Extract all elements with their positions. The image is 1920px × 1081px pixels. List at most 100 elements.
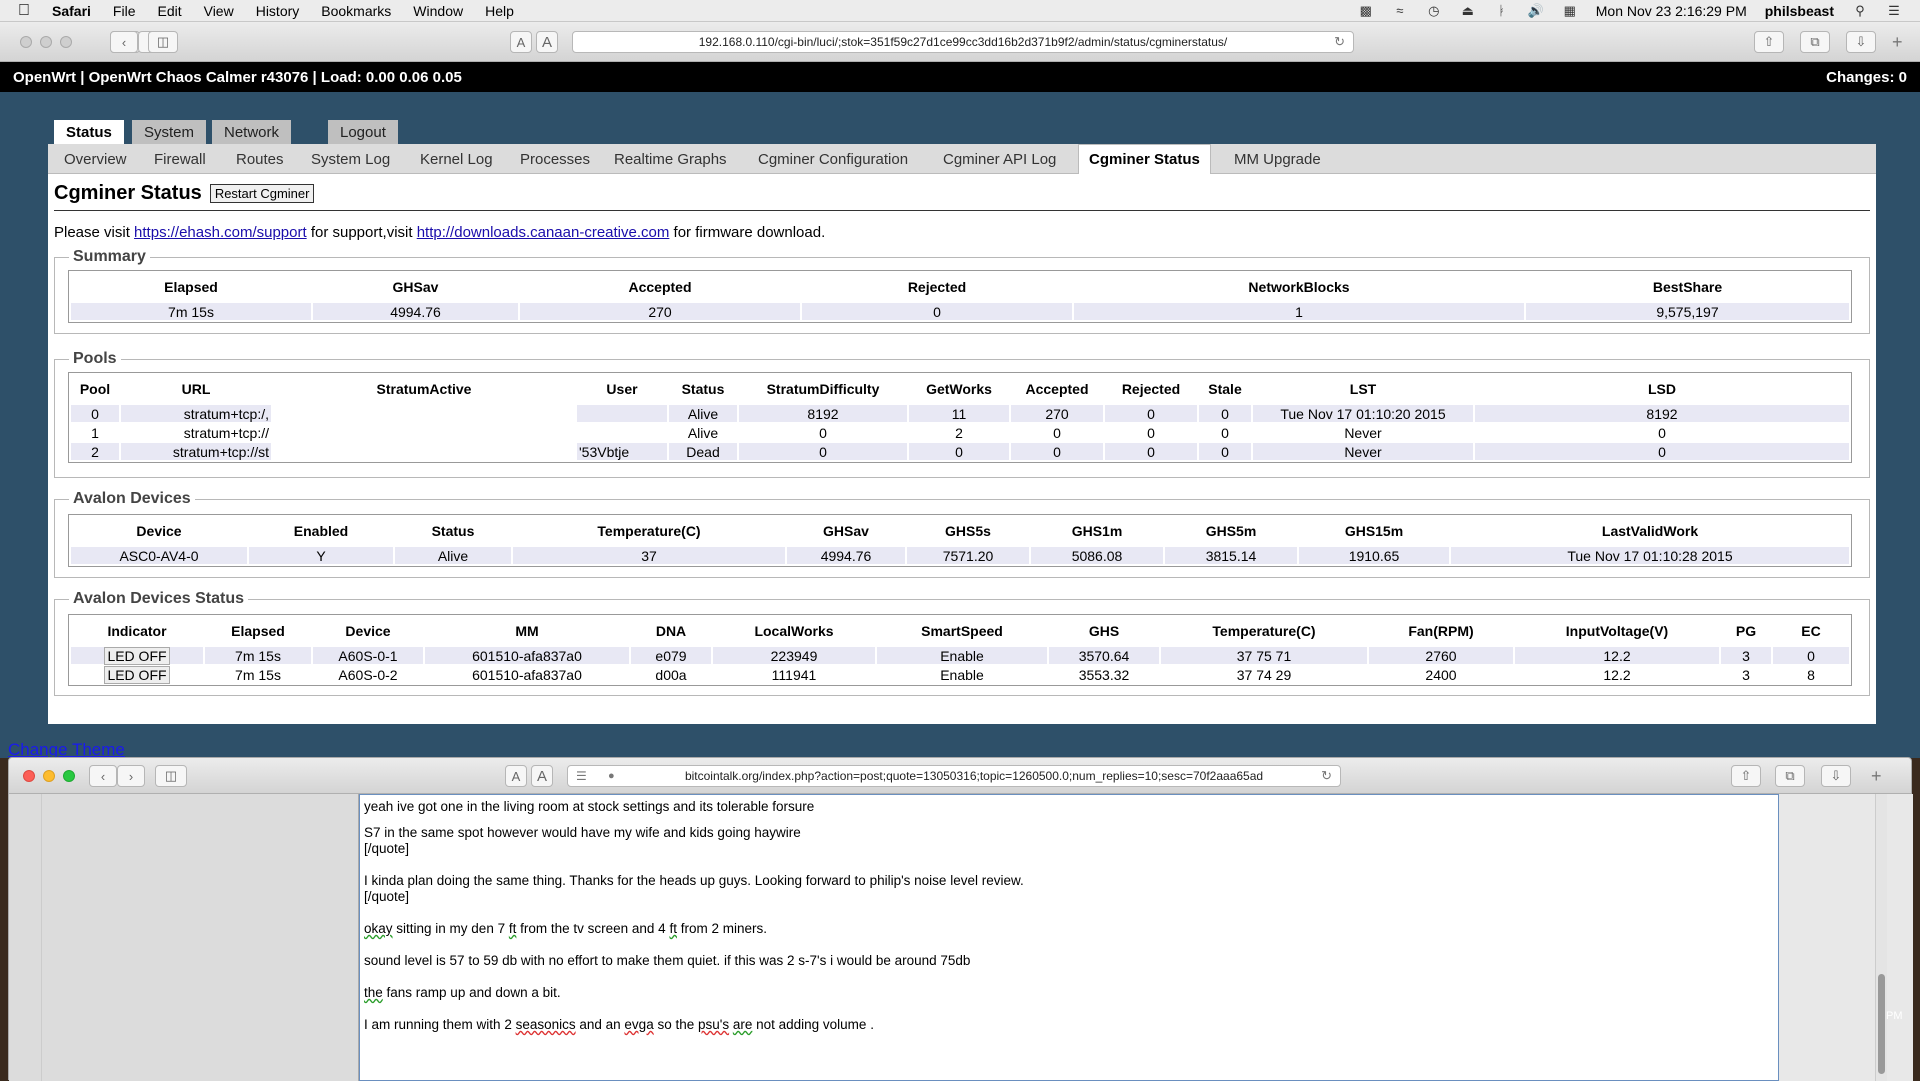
tabs-overview-button[interactable]: ⧉: [1800, 31, 1830, 53]
tab-system[interactable]: System: [132, 120, 207, 144]
scrollbar-thumb[interactable]: [1878, 974, 1885, 1074]
time-machine-icon[interactable]: ◷: [1426, 3, 1442, 18]
subtab-cgminer-api-log[interactable]: Cgminer API Log: [933, 144, 1066, 174]
drive-icon[interactable]: ▩: [1358, 3, 1374, 18]
support-link[interactable]: https://ehash.com/support: [134, 224, 307, 241]
reader-icon[interactable]: ☰: [576, 769, 587, 783]
subtab-overview[interactable]: Overview: [54, 144, 137, 174]
table-cell: 270: [520, 303, 800, 320]
subtab-cgminer-status[interactable]: Cgminer Status: [1078, 144, 1211, 174]
table-row: LED OFF 7m 15s A60S-0-2 601510-afa837a0 …: [71, 665, 1849, 684]
table-cell: 4994.76: [313, 303, 518, 320]
table-cell: 5086.08: [1031, 547, 1163, 564]
openwrt-body: Status System Network Logout Overview Fi…: [0, 92, 1920, 758]
volume-icon[interactable]: 🔊: [1528, 3, 1544, 18]
table-cell: 3553.32: [1049, 666, 1159, 683]
reload-icon[interactable]: ↻: [1334, 34, 1345, 50]
address-bar[interactable]: 192.168.0.110/cgi-bin/luci/;stok=351f59c…: [572, 31, 1354, 53]
download-link[interactable]: http://downloads.canaan-creative.com: [417, 224, 670, 241]
table-cell: 2: [71, 443, 119, 460]
calendar-icon[interactable]: ▦: [1562, 3, 1578, 18]
font-smaller-button[interactable]: A: [510, 31, 532, 53]
subtab-kernel-log[interactable]: Kernel Log: [410, 144, 503, 174]
font-larger-button[interactable]: A: [531, 765, 553, 787]
nav-back-button[interactable]: ‹: [110, 31, 138, 53]
table-cell: [273, 424, 575, 441]
minimize-window-button[interactable]: [43, 770, 55, 782]
subtab-cgminer-configuration[interactable]: Cgminer Configuration: [748, 144, 918, 174]
subtab-system-log[interactable]: System Log: [301, 144, 400, 174]
col-header: Stale: [1208, 381, 1242, 397]
eject-icon[interactable]: ⏏: [1460, 3, 1476, 18]
minimize-window-button[interactable]: [40, 36, 52, 48]
text-run: I am running them with 2: [364, 1017, 516, 1032]
table-cell: 0: [1199, 424, 1251, 441]
post-line: [/quote]: [364, 841, 410, 856]
tabs-overview-button[interactable]: ⧉: [1775, 765, 1805, 787]
apple-icon[interactable]: : [18, 2, 30, 20]
close-window-button[interactable]: [20, 36, 32, 48]
menu-file[interactable]: File: [113, 3, 136, 19]
table-cell: e079: [631, 647, 711, 664]
font-smaller-button[interactable]: A: [505, 765, 527, 787]
subtab-routes[interactable]: Routes: [226, 144, 294, 174]
menu-history[interactable]: History: [256, 3, 300, 19]
downloads-button[interactable]: ⇩: [1821, 765, 1851, 787]
spellcheck-word: evga: [624, 1017, 654, 1032]
led-toggle-button[interactable]: LED OFF: [104, 646, 170, 665]
font-larger-button[interactable]: A: [536, 31, 558, 53]
menu-window[interactable]: Window: [413, 3, 463, 19]
reload-icon[interactable]: ↻: [1321, 768, 1332, 784]
subtab-processes[interactable]: Processes: [510, 144, 600, 174]
avalon-devices-status-table: Indicator Elapsed Device MM DNA LocalWor…: [68, 614, 1852, 686]
table-cell: 0: [1199, 405, 1251, 422]
share-button[interactable]: ⇧: [1754, 31, 1784, 53]
menubar-clock[interactable]: Mon Nov 23 2:16:29 PM: [1596, 3, 1747, 19]
changes-link[interactable]: Changes: 0: [1826, 69, 1907, 86]
post-line: I am running them with 2 seasonics and a…: [364, 1017, 1774, 1033]
post-textarea[interactable]: yeah ive got one in the living room at s…: [359, 794, 1779, 1081]
page-scrollbar[interactable]: [1875, 794, 1887, 1081]
right-column: [1779, 794, 1913, 1081]
address-bar[interactable]: ☰ ● bitcointalk.org/index.php?action=pos…: [567, 765, 1341, 787]
subtab-mm-upgrade[interactable]: MM Upgrade: [1224, 144, 1331, 174]
subtab-realtime-graphs[interactable]: Realtime Graphs: [604, 144, 737, 174]
tab-logout[interactable]: Logout: [328, 120, 398, 144]
restart-cgminer-button[interactable]: Restart Cgminer: [209, 184, 315, 203]
nav-back-button[interactable]: ‹: [89, 765, 117, 787]
led-toggle-button[interactable]: LED OFF: [104, 665, 170, 684]
post-line: I kinda plan doing the same thing. Thank…: [364, 873, 1024, 888]
menubar-user[interactable]: philsbeast: [1765, 3, 1834, 19]
table-cell: ASC0-AV4-0: [71, 547, 247, 564]
notification-center-icon[interactable]: ☰: [1886, 3, 1902, 18]
sidebar-toggle-button[interactable]: ◫: [155, 765, 187, 787]
subtab-firewall[interactable]: Firewall: [144, 144, 216, 174]
menu-view[interactable]: View: [204, 3, 234, 19]
share-button[interactable]: ⇧: [1731, 765, 1761, 787]
menu-app-safari[interactable]: Safari: [52, 3, 91, 19]
zoom-window-button[interactable]: [63, 770, 75, 782]
nav-forward-button[interactable]: ›: [117, 765, 145, 787]
menu-edit[interactable]: Edit: [157, 3, 181, 19]
new-tab-icon[interactable]: +: [1892, 32, 1903, 53]
table-cell: 0: [1105, 424, 1197, 441]
tab-network[interactable]: Network: [212, 120, 292, 144]
tab-status[interactable]: Status: [54, 120, 124, 144]
downloads-button[interactable]: ⇩: [1846, 31, 1876, 53]
summary-header-row: Elapsed GHSav Accepted Rejected NetworkB…: [71, 273, 1849, 301]
menu-help[interactable]: Help: [485, 3, 514, 19]
menu-bookmarks[interactable]: Bookmarks: [321, 3, 391, 19]
spotlight-icon[interactable]: ⚲: [1852, 3, 1868, 18]
wifi-icon[interactable]: ≈: [1392, 3, 1408, 18]
col-header: LST: [1349, 381, 1377, 397]
col-header: EC: [1801, 623, 1821, 639]
page-title: Cgminer Status: [54, 182, 202, 204]
table-row: LED OFF 7m 15s A60S-0-1 601510-afa837a0 …: [71, 646, 1849, 665]
sidebar-toggle-button[interactable]: ◫: [148, 31, 178, 53]
close-window-button[interactable]: [23, 770, 35, 782]
table-cell: A60S-0-2: [313, 666, 423, 683]
table-cell: 3: [1721, 647, 1771, 664]
zoom-window-button[interactable]: [60, 36, 72, 48]
bluetooth-icon[interactable]: ᛓ: [1494, 3, 1510, 18]
new-tab-icon[interactable]: +: [1871, 766, 1882, 787]
